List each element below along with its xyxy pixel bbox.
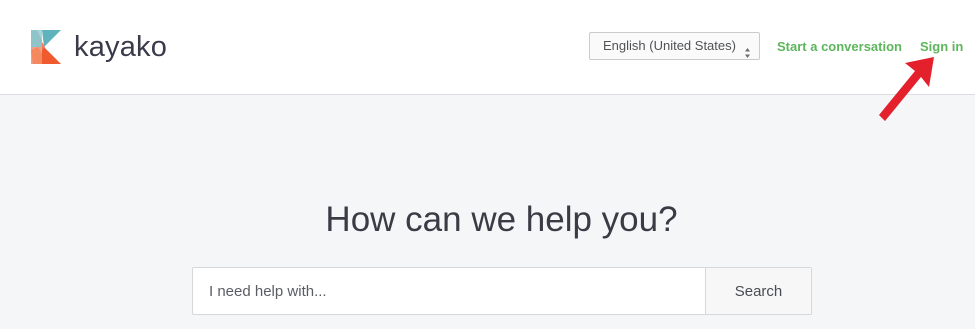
page-title: How can we help you? [325,200,678,239]
red-arrow-icon [876,54,938,126]
search-button[interactable]: Search [705,268,811,314]
language-select-value: English (United States) [603,38,736,53]
search-bar: Search [192,267,812,315]
kayako-k-icon [31,30,63,64]
search-input[interactable] [193,268,705,314]
brand-name: kayako [74,31,168,63]
select-caret-icon [745,41,750,58]
header: kayako English (United States) Start a c… [0,0,975,95]
brand-logo[interactable]: kayako [31,30,167,64]
language-select[interactable]: English (United States) [589,32,760,60]
